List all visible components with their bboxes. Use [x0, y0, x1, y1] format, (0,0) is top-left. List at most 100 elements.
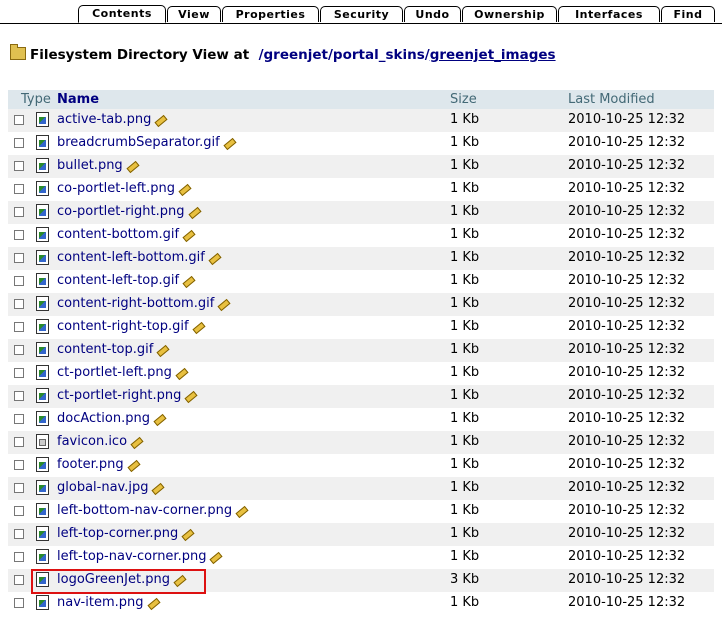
- file-link[interactable]: active-tab.png: [57, 112, 151, 127]
- image-icon[interactable]: [36, 112, 49, 127]
- row-checkbox[interactable]: [14, 529, 24, 539]
- pencil-icon[interactable]: [156, 344, 170, 358]
- file-link[interactable]: co-portlet-right.png: [57, 204, 185, 219]
- pencil-icon[interactable]: [181, 528, 195, 542]
- breadcrumb-greenjet-images[interactable]: greenjet_images: [430, 47, 556, 63]
- row-checkbox[interactable]: [14, 322, 24, 332]
- column-last-modified[interactable]: Last Modified: [568, 92, 655, 107]
- image-icon[interactable]: [36, 365, 49, 380]
- file-icon[interactable]: [36, 434, 49, 449]
- image-icon[interactable]: [36, 342, 49, 357]
- pencil-icon[interactable]: [147, 597, 161, 611]
- file-link[interactable]: content-top.gif: [57, 342, 153, 357]
- tab-undo[interactable]: Undo: [404, 6, 461, 22]
- breadcrumb-portal-skins[interactable]: portal_skins: [333, 47, 425, 63]
- image-icon[interactable]: [36, 273, 49, 288]
- pencil-icon[interactable]: [184, 390, 198, 404]
- file-link[interactable]: content-right-top.gif: [57, 319, 189, 334]
- file-link[interactable]: nav-item.png: [57, 595, 144, 610]
- image-icon[interactable]: [36, 296, 49, 311]
- row-checkbox[interactable]: [14, 506, 24, 516]
- image-icon[interactable]: [36, 204, 49, 219]
- row-checkbox[interactable]: [14, 575, 24, 585]
- row-checkbox[interactable]: [14, 184, 24, 194]
- pencil-icon[interactable]: [182, 229, 196, 243]
- pencil-icon[interactable]: [209, 551, 223, 565]
- file-link[interactable]: content-right-bottom.gif: [57, 296, 214, 311]
- image-icon[interactable]: [36, 181, 49, 196]
- column-size[interactable]: Size: [450, 92, 477, 107]
- file-link[interactable]: docAction.png: [57, 411, 150, 426]
- column-type[interactable]: Type: [21, 92, 51, 107]
- tab-view[interactable]: View: [167, 6, 221, 22]
- pencil-icon[interactable]: [188, 206, 202, 220]
- file-link[interactable]: favicon.ico: [57, 434, 127, 449]
- row-checkbox[interactable]: [14, 115, 24, 125]
- tab-find[interactable]: Find: [661, 6, 715, 22]
- row-checkbox[interactable]: [14, 345, 24, 355]
- pencil-icon[interactable]: [182, 275, 196, 289]
- pencil-icon[interactable]: [126, 160, 140, 174]
- image-icon[interactable]: [36, 388, 49, 403]
- image-icon[interactable]: [36, 250, 49, 265]
- file-link[interactable]: content-left-bottom.gif: [57, 250, 205, 265]
- pencil-icon[interactable]: [192, 321, 206, 335]
- pencil-icon[interactable]: [130, 436, 144, 450]
- file-link[interactable]: bullet.png: [57, 158, 123, 173]
- row-checkbox[interactable]: [14, 414, 24, 424]
- pencil-icon[interactable]: [217, 298, 231, 312]
- row-checkbox[interactable]: [14, 207, 24, 217]
- image-icon[interactable]: [36, 319, 49, 334]
- pencil-icon[interactable]: [178, 183, 192, 197]
- row-checkbox[interactable]: [14, 138, 24, 148]
- row-checkbox[interactable]: [14, 437, 24, 447]
- tab-contents[interactable]: Contents: [78, 5, 166, 23]
- file-link[interactable]: co-portlet-left.png: [57, 181, 175, 196]
- image-icon[interactable]: [36, 158, 49, 173]
- tab-ownership[interactable]: Ownership: [462, 6, 557, 22]
- tab-properties[interactable]: Properties: [222, 6, 319, 22]
- image-icon[interactable]: [36, 526, 49, 541]
- row-checkbox[interactable]: [14, 598, 24, 608]
- pencil-icon[interactable]: [175, 367, 189, 381]
- image-icon[interactable]: [36, 411, 49, 426]
- row-checkbox[interactable]: [14, 391, 24, 401]
- row-checkbox[interactable]: [14, 368, 24, 378]
- row-checkbox[interactable]: [14, 230, 24, 240]
- row-checkbox[interactable]: [14, 276, 24, 286]
- image-icon[interactable]: [36, 135, 49, 150]
- file-link[interactable]: footer.png: [57, 457, 124, 472]
- image-icon[interactable]: [36, 480, 49, 495]
- file-link[interactable]: left-top-nav-corner.png: [57, 549, 206, 564]
- tab-interfaces[interactable]: Interfaces: [558, 6, 660, 22]
- file-link[interactable]: ct-portlet-right.png: [57, 388, 181, 403]
- image-icon[interactable]: [36, 595, 49, 610]
- pencil-icon[interactable]: [153, 413, 167, 427]
- row-checkbox[interactable]: [14, 161, 24, 171]
- row-checkbox[interactable]: [14, 483, 24, 493]
- image-icon[interactable]: [36, 227, 49, 242]
- row-checkbox[interactable]: [14, 253, 24, 263]
- pencil-icon[interactable]: [127, 459, 141, 473]
- breadcrumb-greenjet[interactable]: /greenjet: [259, 47, 328, 63]
- file-link[interactable]: breadcrumbSeparator.gif: [57, 135, 220, 150]
- pencil-icon[interactable]: [154, 114, 168, 128]
- tab-security[interactable]: Security: [320, 6, 403, 22]
- row-checkbox[interactable]: [14, 299, 24, 309]
- pencil-icon[interactable]: [235, 505, 249, 519]
- row-checkbox[interactable]: [14, 552, 24, 562]
- image-icon[interactable]: [36, 549, 49, 564]
- file-link[interactable]: content-left-top.gif: [57, 273, 179, 288]
- image-icon[interactable]: [36, 457, 49, 472]
- file-link[interactable]: ct-portlet-left.png: [57, 365, 172, 380]
- column-name[interactable]: Name: [57, 92, 99, 107]
- row-checkbox[interactable]: [14, 460, 24, 470]
- image-icon[interactable]: [36, 503, 49, 518]
- file-link[interactable]: left-top-corner.png: [57, 526, 178, 541]
- pencil-icon[interactable]: [151, 482, 165, 496]
- file-link[interactable]: left-bottom-nav-corner.png: [57, 503, 232, 518]
- file-link[interactable]: global-nav.jpg: [57, 480, 148, 495]
- pencil-icon[interactable]: [223, 137, 237, 151]
- pencil-icon[interactable]: [208, 252, 222, 266]
- file-link[interactable]: content-bottom.gif: [57, 227, 179, 242]
